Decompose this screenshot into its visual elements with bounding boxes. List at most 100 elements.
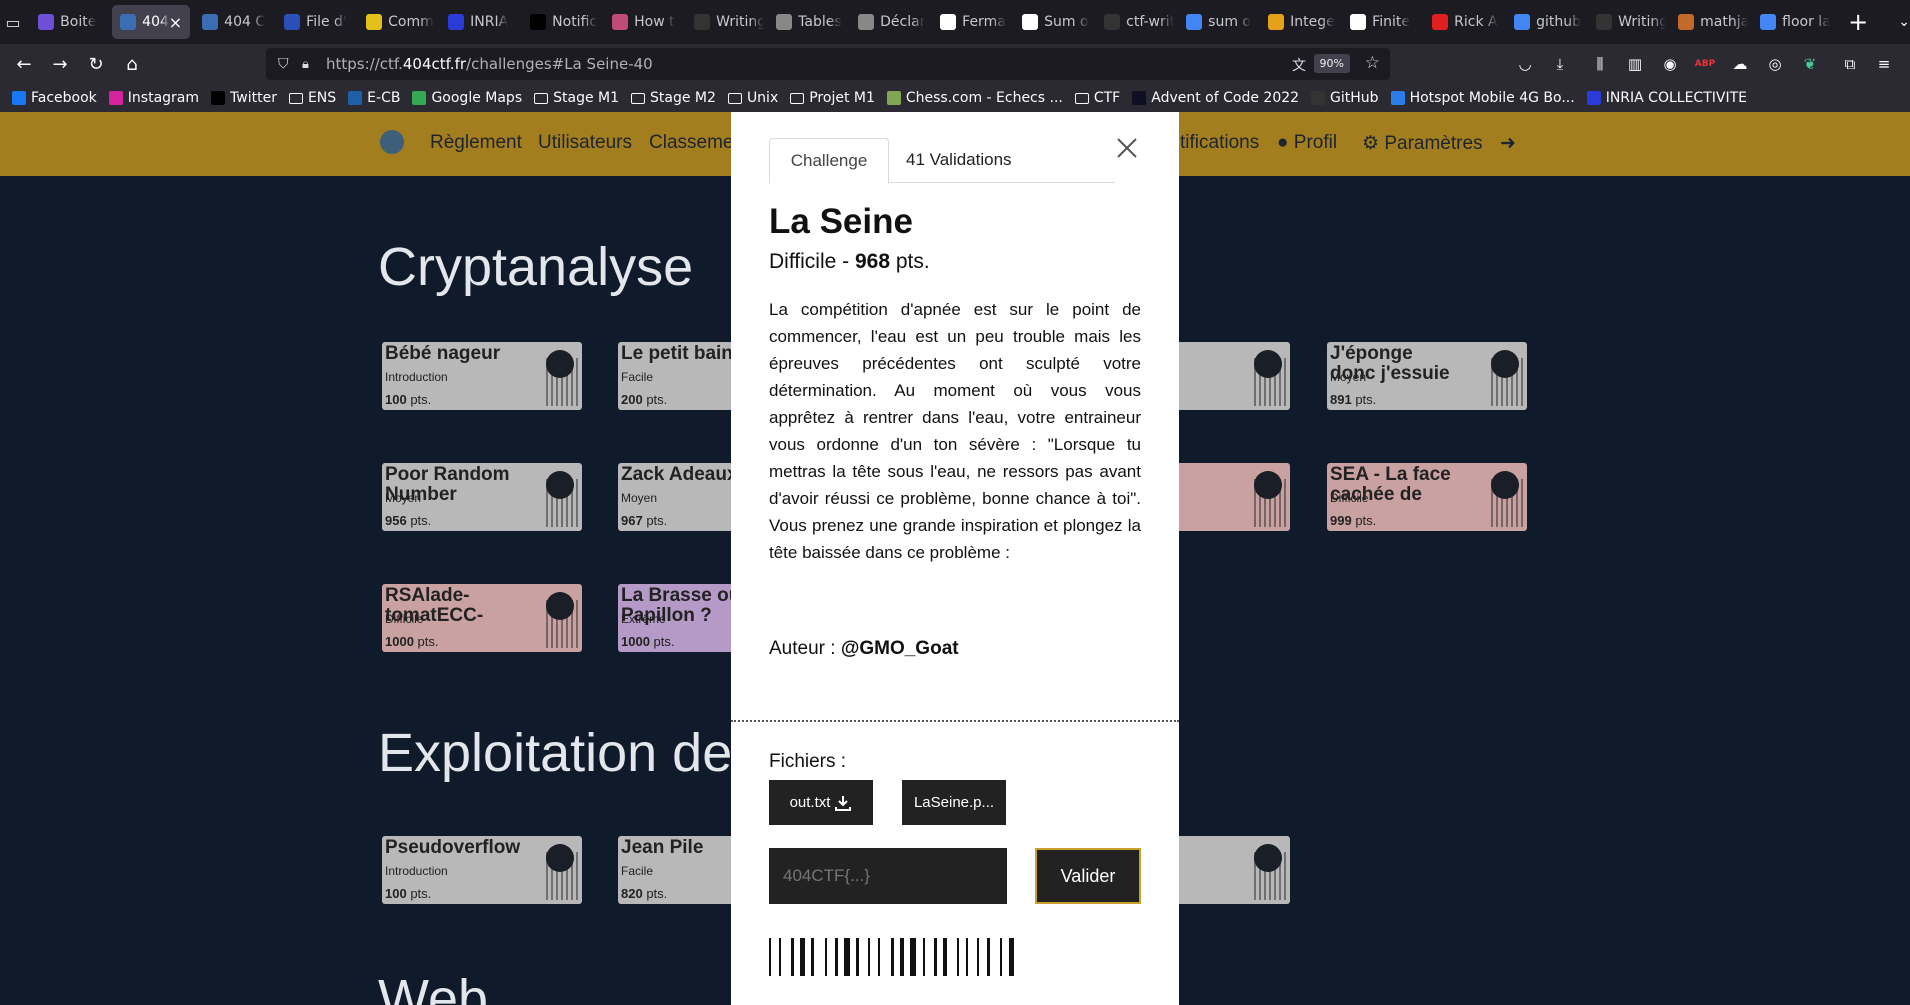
flag-input[interactable] (769, 848, 1007, 904)
browser-tab[interactable]: File d' (276, 5, 354, 39)
bookmark-label: Instagram (127, 90, 200, 106)
bookmark-label: Facebook (31, 90, 97, 106)
browser-tab[interactable]: Notific (522, 5, 600, 39)
file-download-out-txt[interactable]: out.txt (769, 780, 873, 825)
forward-arrow-icon[interactable]: → (42, 48, 78, 80)
inria-icon (448, 14, 465, 30)
nav-parametres[interactable]: ⚙ Paramètres (1362, 132, 1483, 155)
browser-tab[interactable]: Intege (1260, 5, 1338, 39)
browser-tab[interactable]: Tables (768, 5, 846, 39)
site-favicon-icon (1586, 91, 1601, 105)
bookmark-item[interactable]: Stage M2 (631, 90, 716, 106)
browser-tab[interactable]: Ferma (932, 5, 1010, 39)
bookmark-item[interactable]: Twitter (211, 90, 277, 106)
barcode-bar (923, 938, 925, 976)
card-points-value: 200 (621, 392, 643, 407)
new-tab-icon[interactable]: + (1848, 8, 1868, 36)
browser-tab[interactable]: Boite (30, 5, 108, 39)
browser-tab[interactable]: 404 × (112, 5, 191, 39)
nav-utilisateurs[interactable]: Utilisateurs (538, 132, 632, 154)
challenge-card[interactable]: Bébé nageur Introduction 100 pts. (382, 342, 582, 410)
download-icon[interactable]: ⤓ (1548, 52, 1572, 76)
browser-tab[interactable]: sum o (1178, 5, 1256, 39)
extension-icon[interactable]: ☁ (1728, 52, 1752, 76)
tab-challenge[interactable]: Challenge (769, 138, 889, 184)
challenge-card[interactable]: Pseudoverflow Introduction 100 pts. (382, 836, 582, 904)
url-bar[interactable]: ⛉ 🔒︎ https://ctf.404ctf.fr/challenges#La… (266, 48, 1390, 80)
bookmark-label: Stage M1 (553, 90, 620, 106)
bookmark-item[interactable]: Projet M1 (790, 90, 875, 106)
bookmark-item[interactable]: INRIA COLLECTIVITE (1586, 90, 1747, 106)
shield-icon[interactable]: ⛉ (278, 56, 289, 72)
submit-flag-button[interactable]: Valider (1035, 848, 1141, 904)
github-icon (694, 14, 711, 30)
browser-tab[interactable]: 404 C (194, 5, 272, 39)
nav-reglement[interactable]: Règlement (430, 132, 522, 154)
tab-list-icon[interactable]: ▭ (0, 5, 26, 39)
bookmark-item[interactable]: CTF (1074, 90, 1120, 106)
list-all-tabs-icon[interactable]: ⌄ (1898, 14, 1910, 30)
back-arrow-icon[interactable]: ← (6, 48, 42, 80)
translate-icon[interactable]: 文 (1292, 55, 1306, 75)
bookmark-item[interactable]: Advent of Code 2022 (1132, 90, 1299, 106)
browser-tab[interactable]: Sum o (1014, 5, 1092, 39)
home-icon[interactable]: ⌂ (114, 48, 150, 80)
challenge-card[interactable]: J'éponge donc j'essuie Moyen 891 pts. (1327, 342, 1527, 410)
wikipedia-icon (1350, 14, 1367, 30)
browser-tab[interactable]: How t (604, 5, 682, 39)
bookmark-item[interactable]: Stage M1 (534, 90, 619, 106)
card-status-dot (546, 844, 574, 872)
browser-tab[interactable]: floor la (1752, 5, 1830, 39)
nav-notifications[interactable]: tifications (1180, 132, 1259, 154)
tab-validations[interactable]: 41 Validations (906, 138, 1012, 182)
browser-tab[interactable]: Writing (686, 5, 764, 39)
card-points-suffix: pts. (410, 392, 432, 407)
reload-icon[interactable]: ↻ (78, 48, 114, 80)
privacy-icon[interactable]: ◎ (1763, 52, 1787, 76)
browser-tab[interactable]: ctf-writ (1096, 5, 1174, 39)
extensions-puzzle-icon[interactable]: ⧉ (1838, 52, 1862, 76)
sidebar-icon[interactable]: ▥ (1623, 52, 1647, 76)
navigation-toolbar: ← → ↻ ⌂ ⛉ 🔒︎ https://ctf.404ctf.fr/chall… (0, 44, 1910, 84)
library-icon[interactable]: ⫼ (1588, 52, 1612, 76)
pocket-icon[interactable]: ◡ (1513, 52, 1537, 76)
browser-tab[interactable]: Writing (1588, 5, 1666, 39)
challenge-card[interactable]: SEA - La face cachée de Difficile 999 pts. (1327, 463, 1527, 531)
ctf-logo-icon[interactable] (380, 130, 404, 154)
browser-tab[interactable]: Finite (1342, 5, 1420, 39)
bookmark-item[interactable]: Chess.com - Echecs ... (886, 90, 1063, 106)
browser-tab[interactable]: INRIA (440, 5, 518, 39)
close-tab-icon[interactable]: × (169, 13, 182, 32)
file-download-laseine[interactable]: LaSeine.p... (902, 780, 1006, 825)
barcode-bar (987, 938, 990, 976)
challenge-card[interactable]: Poor Random Number Moyen 956 pts. (382, 463, 582, 531)
close-icon[interactable] (1115, 136, 1139, 160)
bookmark-item[interactable]: Unix (727, 90, 778, 106)
url-text[interactable]: https://ctf.404ctf.fr/challenges#La Sein… (326, 55, 653, 73)
nav-classement[interactable]: Classemen (649, 132, 744, 154)
nav-profil[interactable]: ● Profil (1277, 132, 1337, 154)
browser-tab[interactable]: github (1506, 5, 1584, 39)
bookmark-star-icon[interactable]: ☆ (1365, 53, 1380, 73)
bookmark-item[interactable]: Instagram (108, 90, 200, 106)
lock-icon[interactable]: 🔒︎ (302, 57, 309, 72)
leaf-icon[interactable]: ❦ (1798, 52, 1822, 76)
browser-tab[interactable]: Comm (358, 5, 436, 39)
bookmark-item[interactable]: Hotspot Mobile 4G Bo... (1390, 90, 1575, 106)
bookmark-item[interactable]: GitHub (1311, 90, 1379, 106)
browser-tab[interactable]: Rick A (1424, 5, 1502, 39)
account-icon[interactable]: ◉ (1658, 52, 1682, 76)
browser-tab[interactable]: mathja (1670, 5, 1748, 39)
bookmark-item[interactable]: Facebook (12, 90, 97, 106)
card-points-value: 1000 (621, 634, 650, 649)
zoom-level[interactable]: 90% (1313, 54, 1350, 73)
bookmark-item[interactable]: E-CB (348, 90, 400, 106)
logout-icon[interactable]: ➜ (1500, 132, 1516, 155)
bookmark-item[interactable]: ENS (288, 90, 336, 106)
menu-icon[interactable]: ≡ (1872, 52, 1896, 76)
card-points: 100 pts. (385, 392, 431, 407)
adblock-icon[interactable]: ABP (1693, 52, 1717, 76)
challenge-card[interactable]: RSAlade-tomatECC- Difficile 1000 pts. (382, 584, 582, 652)
bookmark-item[interactable]: Google Maps (412, 90, 522, 106)
browser-tab[interactable]: Déclar (850, 5, 928, 39)
